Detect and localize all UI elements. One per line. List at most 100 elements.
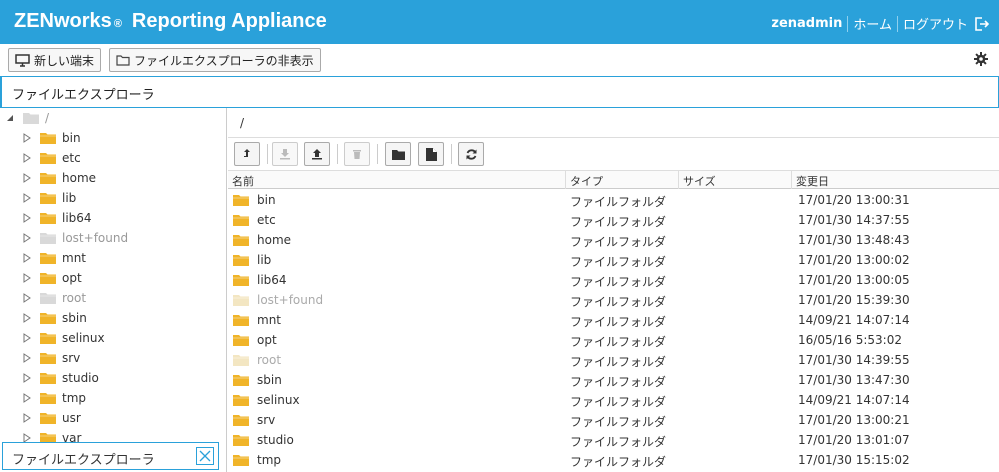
table-row[interactable]: home ファイルフォルダ 17/01/30 13:48:43 [228,230,999,250]
table-row[interactable]: lib64 ファイルフォルダ 17/01/20 13:00:05 [228,270,999,290]
trash-icon [353,150,361,159]
file-name: etc [257,213,276,227]
folder-icon [233,455,249,466]
file-name: root [257,353,282,367]
triangle-right-icon[interactable] [22,173,32,183]
file-view: / 名前 タイプ サイズ 変更日 bin ファイルフォルダ 17/01/20 1… [228,108,999,472]
refresh-button[interactable] [458,142,484,166]
download-button[interactable] [272,142,298,166]
table-row[interactable]: mnt ファイルフォルダ 14/09/21 14:07:14 [228,310,999,330]
hide-explorer-button[interactable]: ファイルエクスプローラの非表示 [109,48,321,72]
table-row[interactable]: tmp ファイルフォルダ 17/01/30 15:15:02 [228,450,999,470]
triangle-down-icon[interactable] [5,113,15,123]
triangle-right-icon[interactable] [22,373,32,383]
file-modified: 17/01/20 13:00:02 [798,253,910,267]
monitor-icon [15,53,30,67]
tree-item[interactable]: tmp [22,388,86,408]
toolbar-separator [377,144,378,164]
triangle-right-icon[interactable] [22,253,32,263]
tree-item[interactable]: etc [22,148,81,168]
file-type: ファイルフォルダ [570,335,667,349]
tree-item[interactable]: srv [22,348,80,368]
tree-item[interactable]: root [22,288,86,308]
home-link[interactable]: ホーム [853,14,892,33]
file-type: ファイルフォルダ [570,375,667,389]
file-type: ファイルフォルダ [570,395,667,409]
triangle-right-icon[interactable] [22,133,32,143]
table-row[interactable]: selinux ファイルフォルダ 14/09/21 14:07:14 [228,390,999,410]
folder-icon [40,393,56,404]
tree-item[interactable]: selinux [22,328,105,348]
folder-icon [233,275,249,286]
close-button[interactable] [196,447,214,465]
table-row[interactable]: bin ファイルフォルダ 17/01/20 13:00:31 [228,190,999,210]
tree-item-label: usr [62,411,81,425]
triangle-right-icon[interactable] [22,293,32,303]
column-header-size[interactable]: サイズ [679,171,792,189]
file-modified: 17/01/30 14:39:55 [798,353,910,367]
table-row[interactable]: root ファイルフォルダ 17/01/30 14:39:55 [228,350,999,370]
tree-item[interactable]: studio [22,368,99,388]
triangle-right-icon[interactable] [22,413,32,423]
table-row[interactable]: etc ファイルフォルダ 17/01/30 14:37:55 [228,210,999,230]
tree-item[interactable]: lib64 [22,208,92,228]
registered-mark: ® [113,18,122,30]
file-name: home [257,233,292,247]
triangle-right-icon[interactable] [22,193,32,203]
file-type: ファイルフォルダ [570,355,667,369]
tree-root[interactable]: / [5,108,49,128]
table-row[interactable]: opt ファイルフォルダ 16/05/16 5:53:02 [228,330,999,350]
tree-item[interactable]: opt [22,268,82,288]
new-folder-button[interactable] [385,142,411,166]
triangle-right-icon[interactable] [22,153,32,163]
folder-icon [233,235,249,246]
folder-icon [40,273,56,284]
nav-separator [847,15,849,32]
delete-button[interactable] [344,142,370,166]
table-row[interactable]: sbin ファイルフォルダ 17/01/30 13:47:30 [228,370,999,390]
new-file-button[interactable] [418,142,444,166]
file-name: bin [257,193,276,207]
folder-icon [233,395,249,406]
file-type: ファイルフォルダ [570,435,667,449]
file-table-header: 名前 タイプ サイズ 変更日 [228,171,999,189]
folder-icon [40,313,56,324]
triangle-right-icon[interactable] [22,353,32,363]
tree-item[interactable]: sbin [22,308,87,328]
column-header-modified[interactable]: 変更日 [792,171,999,189]
triangle-right-icon[interactable] [22,213,32,223]
folder-icon [23,113,39,124]
logout-icon[interactable] [973,16,989,32]
triangle-right-icon[interactable] [22,313,32,323]
tree-item[interactable]: usr [22,408,81,428]
hide-explorer-label: ファイルエクスプローラの非表示 [134,53,314,68]
triangle-right-icon[interactable] [22,273,32,283]
gear-icon[interactable] [974,52,988,66]
column-header-type[interactable]: タイプ [566,171,679,189]
folder-icon [233,295,249,306]
tree-item[interactable]: lib [22,188,76,208]
triangle-right-icon[interactable] [22,333,32,343]
table-row[interactable]: lib ファイルフォルダ 17/01/20 13:00:02 [228,250,999,270]
file-name: lib64 [257,273,287,287]
column-header-name[interactable]: 名前 [228,171,566,189]
tree-item[interactable]: lost+found [22,228,128,248]
tree-item[interactable]: mnt [22,248,86,268]
file-type: ファイルフォルダ [570,415,667,429]
file-modified: 17/01/30 15:15:02 [798,453,910,467]
file-name: studio [257,433,294,447]
table-row[interactable]: srv ファイルフォルダ 17/01/20 13:00:21 [228,410,999,430]
parent-folder-button[interactable] [234,142,260,166]
triangle-right-icon[interactable] [22,393,32,403]
tree-item[interactable]: bin [22,128,81,148]
new-terminal-button[interactable]: 新しい端末 [8,48,102,72]
upload-button[interactable] [304,142,330,166]
logout-link[interactable]: ログアウト [903,14,968,33]
tree-item[interactable]: home [22,168,96,188]
file-type: ファイルフォルダ [570,295,667,309]
triangle-right-icon[interactable] [22,233,32,243]
explorer-tab[interactable]: ファイルエクスプローラ [2,442,219,470]
file-modified: 17/01/20 13:01:07 [798,433,910,447]
table-row[interactable]: studio ファイルフォルダ 17/01/20 13:01:07 [228,430,999,450]
table-row[interactable]: lost+found ファイルフォルダ 17/01/20 15:39:30 [228,290,999,310]
